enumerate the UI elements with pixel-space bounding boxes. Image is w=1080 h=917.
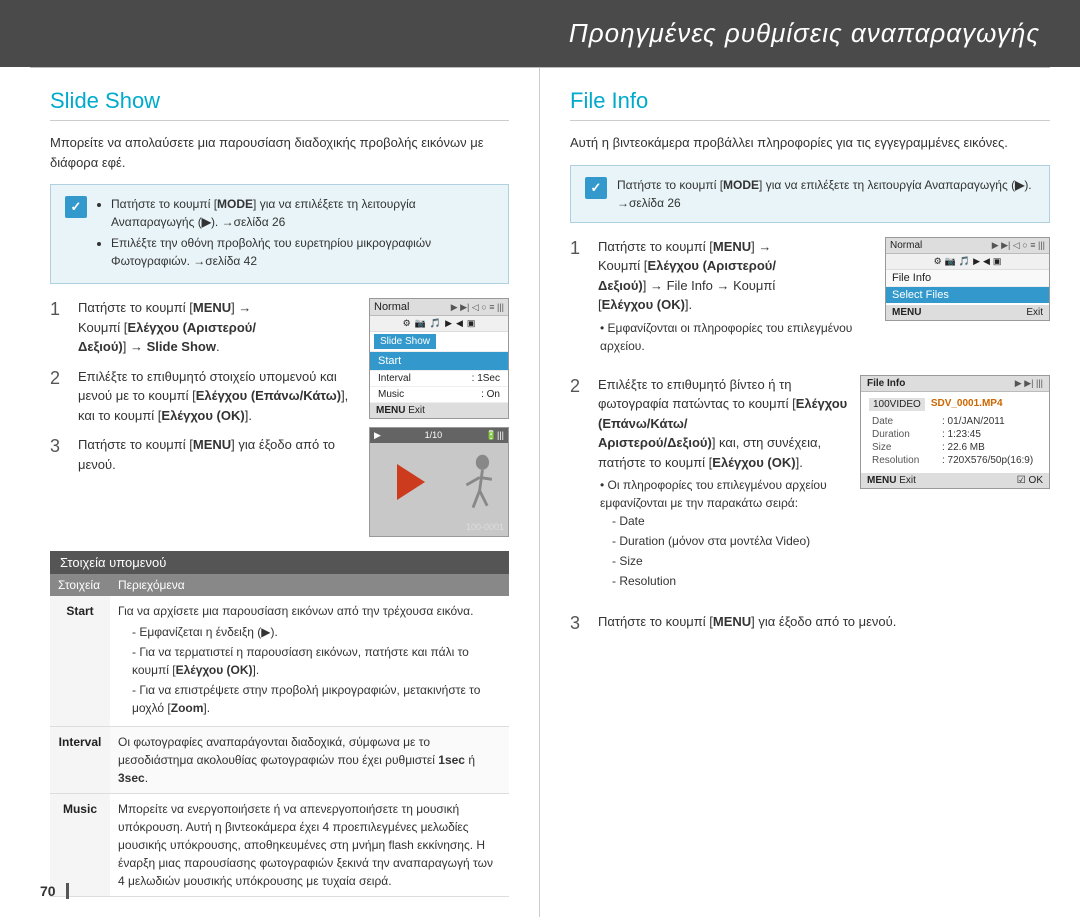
step-3-text: Πατήστε το κουμπί [MENU] για έξοδο από τ… [78, 435, 359, 474]
cam-fi-header: Normal ▶ ▶| ◁ ○ ≡ ||| [886, 238, 1049, 254]
fi-duration-value: : 1:23:45 [939, 428, 1041, 441]
cam-icons: ▶ ▶| ◁ ○ ≡ ||| [451, 302, 504, 313]
note-bullet-1: Πατήστε το κουμπί [MODE] για να επιλέξετ… [111, 195, 494, 231]
cam-submenu-start: Start [370, 352, 508, 371]
photo-number: 100-0001 [466, 522, 504, 532]
slide-show-title: Slide Show [50, 88, 509, 121]
fileinfo-detail-box: File Info ▶ ▶| ||| 100VIDEO SDV_0001.MP4… [860, 375, 1050, 489]
note-bullet-2: Επιλέξτε την οθόνη προβολής του ευρετηρί… [111, 234, 494, 270]
page-header: Προηγμένες ρυθμίσεις αναπαραγωγής [0, 0, 1080, 67]
cam-fi-selected: Select Files [886, 287, 1049, 303]
right-step-2-number: 2 [570, 375, 592, 398]
fi-resolution-label: Resolution [869, 454, 939, 467]
step-2: 2 Επιλέξτε το επιθυμητό στοιχείο υπομενο… [50, 367, 359, 426]
right-step-1: 1 Πατήστε το κουμπί [MENU] → Κουμπί [Ελέ… [570, 237, 875, 355]
cam-icons-row: ⚙📷🎵▶◀▣ [370, 316, 508, 332]
row-content-music: Μπορείτε να ενεργοποιήσετε ή να απενεργο… [110, 794, 509, 897]
row-label-start: Start [50, 596, 110, 727]
right-step-3-number: 3 [570, 612, 592, 635]
cam-submenu-interval: Interval: 1Sec [370, 371, 508, 387]
note-content-right: Πατήστε το κουμπί [MODE] για να επιλέξετ… [617, 176, 1035, 212]
play-arrow-icon [397, 464, 425, 500]
note-content: Πατήστε το κουμπί [MODE] για να επιλέξετ… [97, 195, 494, 273]
main-content: Slide Show Μπορείτε να απολαύσετε μια πα… [0, 68, 1080, 917]
slide-show-note-box: ✓ Πατήστε το κουμπί [MODE] για να επιλέξ… [50, 184, 509, 284]
row-label-music: Music [50, 794, 110, 897]
right-column: File Info Αυτή η βιντεοκάμερα προβάλλει … [540, 68, 1080, 917]
right-step-2-sub: • Οι πληροφορίες του επιλεγμένου αρχείου… [598, 476, 850, 590]
note-icon-right: ✓ [585, 177, 607, 199]
cam-footer: MENU Exit [370, 403, 508, 418]
camera-ui-slideshow: Normal ▶ ▶| ◁ ○ ≡ ||| ⚙📷🎵▶◀▣ Slide Show … [369, 298, 509, 419]
fi-date-value: : 01/JAN/2011 [939, 415, 1041, 428]
row-content-interval: Οι φωτογραφίες αναπαράγονται διαδοχικά, … [110, 727, 509, 794]
row-label-interval: Interval [50, 727, 110, 794]
step-1-number: 1 [50, 298, 72, 321]
row-content-start: Για να αρχίσετε μια παρουσίαση εικόνων α… [110, 596, 509, 727]
left-column: Slide Show Μπορείτε να απολαύσετε μια πα… [0, 68, 540, 917]
page-title: Προηγμένες ρυθμίσεις αναπαραγωγής [40, 18, 1040, 49]
right-step-3-text: Πατήστε το κουμπί [MENU] για έξοδο από τ… [598, 612, 1050, 632]
file-info-intro: Αυτή η βιντεοκάμερα προβάλλει πληροφορίε… [570, 133, 1050, 153]
table-section: Στοιχεία υπομενού Στοιχεία Περιεχόμενα S… [50, 551, 509, 897]
fi-data-table: Date : 01/JAN/2011 Duration : 1:23:45 Si… [869, 415, 1041, 467]
step-1-text: Πατήστε το κουμπί [MENU] → Κουμπί [Ελέγχ… [78, 298, 359, 357]
cam-fi-menu-label: File Info [886, 270, 1049, 287]
table-row: Music Μπορείτε να ενεργοποιήσετε ή να απ… [50, 794, 509, 897]
fi-date-label: Date [869, 415, 939, 428]
cam-menu-row: Slide Show [370, 332, 508, 352]
col-header-content: Περιεχόμενα [110, 574, 509, 596]
file-info-note-box: ✓ Πατήστε το κουμπί [MODE] για να επιλέξ… [570, 165, 1050, 223]
fi-duration-label: Duration [869, 428, 939, 441]
fi-folder: 100VIDEO [869, 398, 925, 411]
fi-filename-row: 100VIDEO SDV_0001.MP4 [869, 398, 1041, 411]
fi-row: Size : 22.6 MB [869, 441, 1041, 454]
cam-header: Normal ▶ ▶| ◁ ○ ≡ ||| [370, 299, 508, 316]
file-info-title: File Info [570, 88, 1050, 121]
step-3-number: 3 [50, 435, 72, 458]
photo-preview: ▶ 1/10 🔋||| 100-000 [369, 427, 509, 537]
step-3: 3 Πατήστε το κουμπί [MENU] για έξοδο από… [50, 435, 359, 474]
right-step-2-text: Επιλέξτε το επιθυμητό βίντεο ή τη φωτογρ… [598, 375, 850, 593]
step-2-number: 2 [50, 367, 72, 390]
table-row: Interval Οι φωτογραφίες αναπαράγονται δι… [50, 727, 509, 794]
cam-submenu-music: Music: On [370, 387, 508, 403]
fi-row: Resolution : 720X576/50p(16:9) [869, 454, 1041, 467]
cam-submenu: Start Interval: 1Sec Music: On [370, 352, 508, 403]
fi-row: Duration : 1:23:45 [869, 428, 1041, 441]
right-step-1-text: Πατήστε το κουμπί [MENU] → Κουμπί [Ελέγχ… [598, 237, 875, 355]
photo-header: ▶ 1/10 🔋||| [370, 428, 508, 443]
cam-fi-icons: ⚙📷🎵▶◀▣ [886, 254, 1049, 270]
table-row: Start Για να αρχίσετε μια παρουσίαση εικ… [50, 596, 509, 727]
fi-size-label: Size [869, 441, 939, 454]
step-1: 1 Πατήστε το κουμπί [MENU] → Κουμπί [Ελέ… [50, 298, 359, 357]
col-header-items: Στοιχεία [50, 574, 110, 596]
fi-box-header: File Info ▶ ▶| ||| [861, 376, 1049, 392]
right-step-1-sub: • Εμφανίζονται οι πληροφορίες του επιλεγ… [598, 319, 875, 355]
fi-box-footer: MENU Exit ☑ OK [861, 473, 1049, 488]
step-2-text: Επιλέξτε το επιθυμητό στοιχείο υπομενού … [78, 367, 359, 426]
fi-filename: SDV_0001.MP4 [931, 398, 1003, 411]
table-header-row: Στοιχεία Περιεχόμενα [50, 574, 509, 596]
table-title: Στοιχεία υπομενού [50, 551, 509, 574]
note-icon: ✓ [65, 196, 87, 218]
fi-resolution-value: : 720X576/50p(16:9) [939, 454, 1041, 467]
right-step-3: 3 Πατήστε το κουμπί [MENU] για έξοδο από… [570, 612, 1050, 635]
right-step-1-number: 1 [570, 237, 592, 260]
submenu-table: Στοιχεία Περιεχόμενα Start Για να αρχίσε… [50, 574, 509, 897]
page-number: 70 [40, 883, 69, 899]
cam-title: Normal [374, 301, 409, 313]
slide-show-intro: Μπορείτε να απολαύσετε μια παρουσίαση δι… [50, 133, 509, 172]
fi-box-body: 100VIDEO SDV_0001.MP4 Date : 01/JAN/2011… [861, 392, 1049, 473]
cam-fi-footer: MENU Exit [886, 305, 1049, 320]
cam-menu-slideshow: Slide Show [374, 334, 436, 349]
fi-size-value: : 22.6 MB [939, 441, 1041, 454]
fi-row: Date : 01/JAN/2011 [869, 415, 1041, 428]
right-step-2: 2 Επιλέξτε το επιθυμητό βίντεο ή τη φωτο… [570, 375, 850, 593]
camera-ui-fileinfo: Normal ▶ ▶| ◁ ○ ≡ ||| ⚙📷🎵▶◀▣ File Info S… [885, 237, 1050, 321]
